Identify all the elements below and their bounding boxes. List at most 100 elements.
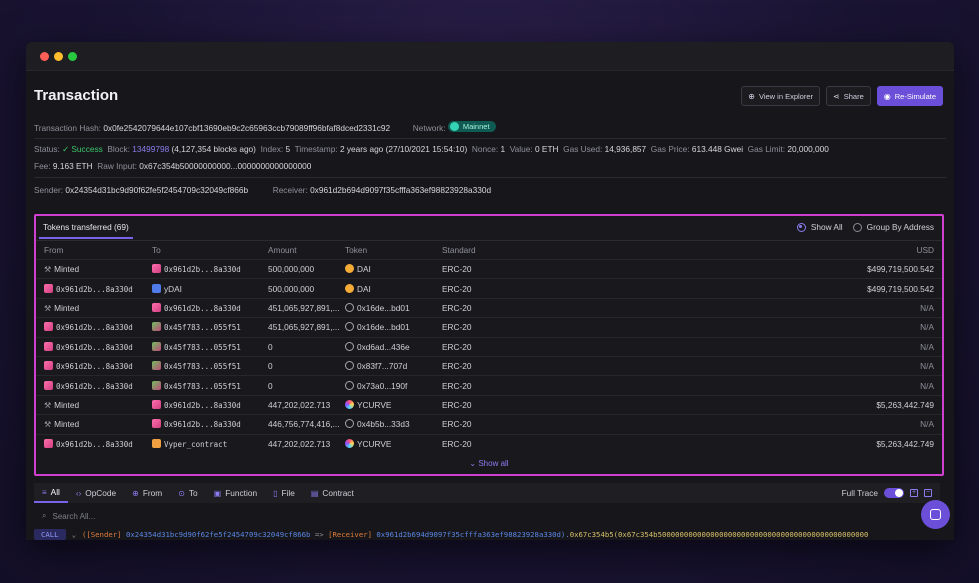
resimulate-button[interactable]: ◉ Re-Simulate [876,86,943,106]
address-avatar-icon [152,341,161,351]
trace-tab-opcode[interactable]: ‹› OpCode [68,483,124,503]
standard-cell: ERC-20 [442,414,542,435]
timestamp-label: Timestamp: [294,144,338,154]
to-cell[interactable]: 0x45f783...055f51 [164,323,241,332]
chevron-down-icon[interactable]: ⌄ [72,530,76,539]
ethereum-icon [449,122,459,131]
view-in-explorer-button[interactable]: ⊕ View in Explorer [741,86,821,106]
group-by-address-radio[interactable]: Group By Address [852,222,934,232]
column-header-from: From [44,245,64,255]
maximize-window-button[interactable] [68,52,77,61]
title-bar [26,42,954,71]
to-cell[interactable]: yDAI [164,284,182,294]
view-in-explorer-label: View in Explorer [758,91,814,101]
trace-tab-to[interactable]: ⊙ To [170,483,205,503]
arrow-out-icon: ⊕ [132,488,139,498]
token-cell[interactable]: DAI [357,264,371,274]
chat-icon [930,509,941,520]
raw-input-value[interactable]: 0x67c354b50000000000...0000000000000000 [139,161,311,171]
unknown-token-icon [345,322,354,332]
token-cell[interactable]: 0x73a0...190f [357,381,407,391]
trace-tab-function[interactable]: ▣ Function [206,483,265,503]
block-link[interactable]: 13499798 [132,144,169,154]
radio-checked-icon [796,222,806,232]
column-header-standard: Standard [442,245,476,255]
usd-cell: $499,719,500.542 [542,278,942,299]
raw-input-label: Raw Input: [97,161,137,171]
receiver-label: Receiver: [272,185,308,195]
trace-tab-contract-label: Contract [322,488,354,498]
expand-all-icon[interactable]: + [910,489,918,497]
sender-address[interactable]: 0x24354d31bc9d90f62fe5f2454709c32049cf86… [65,185,248,195]
amount-cell: 447,202,022.713 [268,433,345,453]
dai-token-icon [345,283,354,293]
to-cell[interactable]: 0x45f783...055f51 [164,343,241,352]
trace-call-row[interactable]: CALL ⌄ ([Sender] 0x24354d31bc9d90f62fe5f… [34,528,940,540]
token-cell[interactable]: 0x16de...bd01 [357,303,410,313]
receiver-address[interactable]: 0x961d2b694d9097f35cfffa363ef98823928a33… [310,185,491,195]
share-button[interactable]: ⋖ Share [826,86,871,106]
tx-hash[interactable]: 0x0fe2542079644e107cbf13690eb9c2c65963cc… [103,123,390,133]
usd-cell: N/A [542,297,942,318]
gas-price-label: Gas Price: [650,144,690,154]
from-cell[interactable]: 0x961d2b...8a330d [56,382,133,391]
address-avatar-icon [152,322,161,332]
show-all-link[interactable]: ⌄ Show all [36,453,942,468]
close-window-button[interactable] [40,52,49,61]
call-sender-address[interactable]: 0x24354d31bc9d90f62fe5f2454709c32049cf86… [126,530,311,539]
table-row: 0x961d2b...8a330d 0x45f783...055f51 451,… [36,317,942,338]
trace-tab-from[interactable]: ⊕ From [124,483,170,503]
chat-support-button[interactable] [921,500,950,529]
to-cell[interactable]: 0x961d2b...8a330d [164,420,241,429]
from-cell[interactable]: 0x961d2b...8a330d [56,362,133,371]
from-cell[interactable]: 0x961d2b...8a330d [56,323,133,332]
to-cell[interactable]: 0x961d2b...8a330d [164,304,241,313]
from-cell[interactable]: 0x961d2b...8a330d [56,440,133,449]
address-avatar-icon [152,419,161,429]
token-cell[interactable]: 0xd6ad...436e [357,342,410,352]
amount-cell: 446,756,774,416,... [268,414,345,435]
standard-cell: ERC-20 [442,317,542,338]
to-cell[interactable]: Vyper_contract [164,440,227,449]
trace-search-input[interactable]: Search All... [52,512,95,521]
block-ago: (4,127,354 blocks ago) [171,144,256,154]
tab-tokens-transferred[interactable]: Tokens transferred (69) [39,222,133,239]
fee-value: 9.163 ETH [52,161,93,171]
unknown-token-icon [345,341,354,351]
to-cell[interactable]: 0x45f783...055f51 [164,362,241,371]
table-row: ⚒ Minted 0x961d2b...8a330d 451,065,927,89… [36,297,942,318]
table-row: 0x961d2b...8a330d yDAI 500,000,000 DAI E… [36,278,942,299]
address-avatar-icon [152,361,161,371]
from-cell[interactable]: 0x961d2b...8a330d [56,343,133,352]
to-cell[interactable]: 0x961d2b...8a330d [164,401,241,410]
dai-token-icon [345,264,354,274]
standard-cell: ERC-20 [442,355,542,376]
full-trace-toggle[interactable] [884,488,904,498]
collapse-all-icon[interactable]: − [924,489,932,497]
unknown-token-icon [345,361,354,371]
trace-tab-contract[interactable]: ▤ Contract [303,483,362,503]
token-cell[interactable]: 0x4b5b...33d3 [357,419,410,429]
token-cell[interactable]: DAI [357,284,371,294]
address-avatar-icon [44,438,53,448]
token-cell[interactable]: 0x83f7...707d [357,361,407,371]
nonce-label: Nonce: [471,144,499,154]
show-all-radio[interactable]: Show All [796,222,843,232]
from-cell[interactable]: 0x961d2b...8a330d [56,285,133,294]
minimize-window-button[interactable] [54,52,63,61]
gas-limit-value: 20,000,000 [787,144,829,154]
to-cell[interactable]: 0x961d2b...8a330d [164,265,241,274]
token-cell[interactable]: YCURVE [357,439,391,449]
trace-tab-file[interactable]: ▯ File [265,483,303,503]
address-avatar-icon [44,322,53,332]
unknown-token-icon [345,302,354,312]
call-receiver-address[interactable]: 0x961d2b694d9097f35cfffa363ef98823928a33… [376,530,569,539]
amount-cell: 0 [268,336,345,357]
network-name: Mainnet [462,122,490,131]
token-cell[interactable]: YCURVE [357,400,391,410]
token-cell[interactable]: 0x16de...bd01 [357,322,410,332]
to-cell[interactable]: 0x45f783...055f51 [164,382,241,391]
search-icon: ⌕ [42,511,47,520]
trace-tab-all[interactable]: ≡ All [34,483,68,503]
address-avatar-icon [44,283,53,293]
